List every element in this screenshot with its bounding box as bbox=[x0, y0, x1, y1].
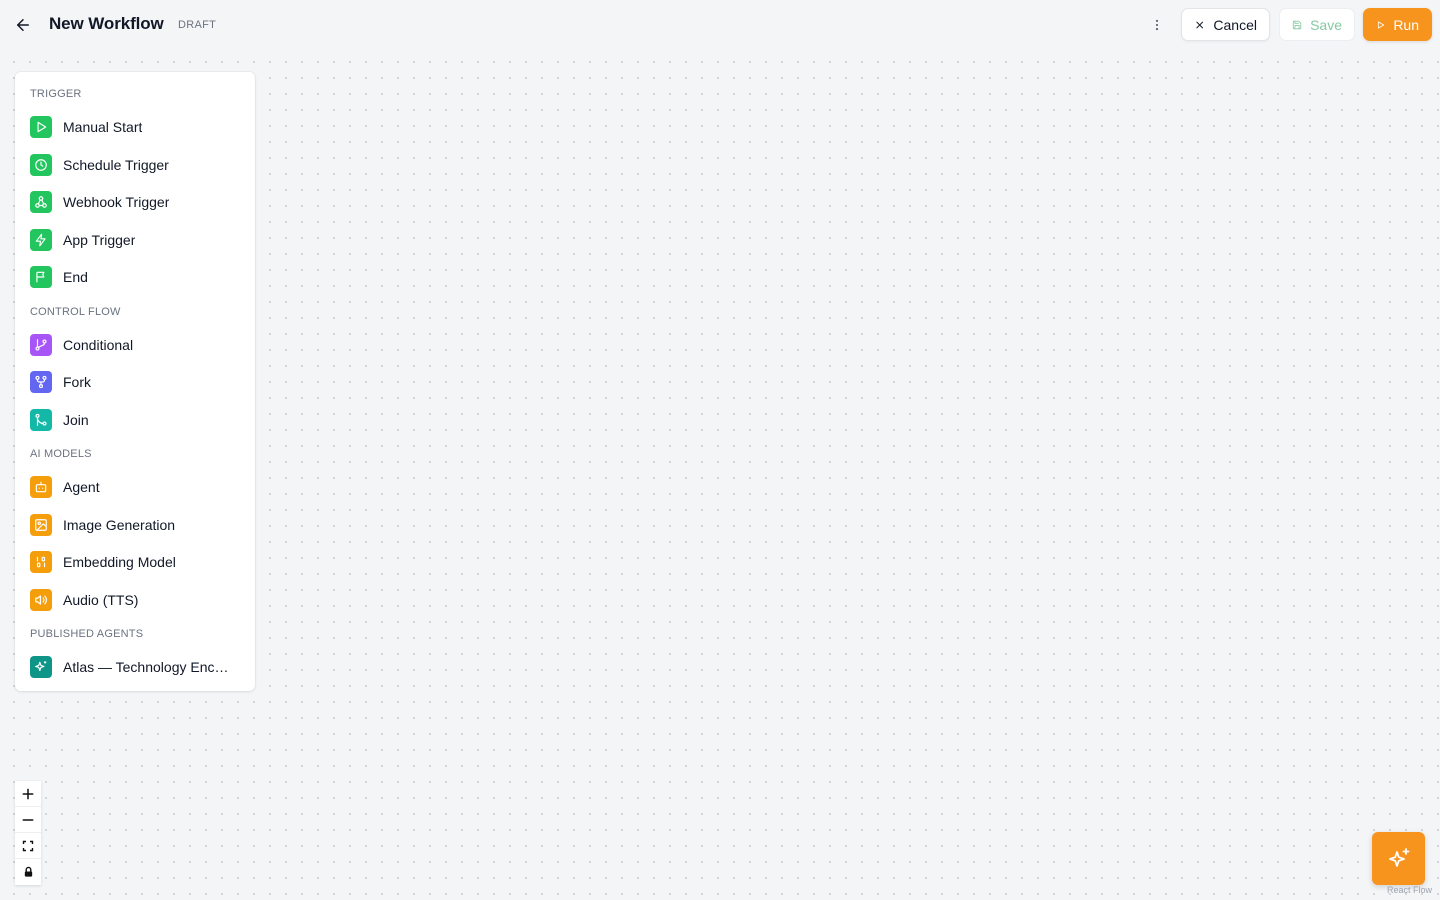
lock-button[interactable] bbox=[15, 859, 41, 885]
save-button[interactable]: Save bbox=[1279, 8, 1355, 41]
node-label: Conditional bbox=[63, 337, 134, 353]
fit-view-button[interactable] bbox=[15, 833, 41, 859]
run-button[interactable]: Run bbox=[1363, 8, 1432, 41]
zap-icon bbox=[30, 229, 52, 251]
ai-assistant-button[interactable] bbox=[1372, 832, 1425, 885]
play-icon bbox=[30, 116, 52, 138]
node-label: Manual Start bbox=[63, 119, 143, 135]
run-label: Run bbox=[1393, 16, 1419, 33]
section-label-control-flow: CONTROL FLOW bbox=[30, 306, 121, 318]
node-item-image-generation[interactable]: Image Generation bbox=[30, 511, 245, 539]
clock-icon bbox=[30, 154, 52, 176]
canvas-controls bbox=[15, 781, 41, 885]
save-label: Save bbox=[1310, 16, 1342, 33]
x-icon bbox=[1196, 21, 1204, 28]
sparkles-icon bbox=[30, 656, 52, 678]
save-icon bbox=[1292, 20, 1302, 29]
sparkles-icon bbox=[1388, 847, 1409, 867]
status-badge: DRAFT bbox=[178, 19, 217, 31]
git-branch-icon bbox=[30, 334, 52, 356]
cancel-button[interactable]: Cancel bbox=[1181, 8, 1270, 41]
node-label: Embedding Model bbox=[63, 554, 176, 570]
arrow-left-icon bbox=[17, 19, 29, 31]
git-merge-icon bbox=[30, 409, 52, 431]
node-label: End bbox=[63, 269, 88, 285]
node-item-agent[interactable]: Agent bbox=[30, 473, 245, 501]
back-button[interactable] bbox=[12, 14, 34, 36]
binary-icon bbox=[30, 551, 52, 573]
minus-icon bbox=[22, 818, 34, 821]
node-label: Webhook Trigger bbox=[63, 194, 170, 210]
node-label: Atlas — Technology Encyclopedia bbox=[63, 659, 235, 675]
node-item-atlas-agent[interactable]: Atlas — Technology Encyclopedia bbox=[30, 653, 245, 681]
webhook-icon bbox=[30, 191, 52, 213]
node-label: Image Generation bbox=[63, 517, 176, 533]
node-item-join[interactable]: Join bbox=[30, 406, 245, 434]
node-label: Fork bbox=[63, 374, 91, 390]
plus-icon bbox=[22, 788, 34, 799]
section-label-published-agents: PUBLISHED AGENTS bbox=[30, 628, 144, 640]
lock-icon bbox=[24, 866, 32, 877]
more-vertical-icon bbox=[1155, 19, 1159, 31]
top-bar: New Workflow DRAFT Cancel Save Run bbox=[0, 0, 1440, 50]
node-item-audio-tts[interactable]: Audio (TTS) bbox=[30, 586, 245, 614]
node-label: Schedule Trigger bbox=[63, 157, 169, 173]
node-palette: TRIGGER Manual Start Schedule Trigger We… bbox=[15, 72, 255, 691]
zoom-out-button[interactable] bbox=[15, 807, 41, 833]
node-label: App Trigger bbox=[63, 232, 136, 248]
node-label: Audio (TTS) bbox=[63, 592, 139, 608]
flag-icon bbox=[30, 266, 52, 288]
volume-icon bbox=[30, 589, 52, 611]
git-fork-icon bbox=[30, 371, 52, 393]
more-options-button[interactable] bbox=[1147, 14, 1167, 36]
section-label-trigger: TRIGGER bbox=[30, 88, 82, 100]
maximize-icon bbox=[22, 840, 34, 851]
node-item-webhook-trigger[interactable]: Webhook Trigger bbox=[30, 188, 245, 216]
section-label-ai-models: AI MODELS bbox=[30, 448, 92, 460]
node-item-schedule-trigger[interactable]: Schedule Trigger bbox=[30, 151, 245, 179]
cancel-label: Cancel bbox=[1213, 16, 1257, 33]
node-item-conditional[interactable]: Conditional bbox=[30, 331, 245, 359]
node-item-manual-start[interactable]: Manual Start bbox=[30, 113, 245, 141]
node-label: Agent bbox=[63, 479, 100, 495]
node-item-embedding-model[interactable]: Embedding Model bbox=[30, 548, 245, 576]
image-icon bbox=[30, 514, 52, 536]
play-icon bbox=[1377, 21, 1385, 28]
bot-icon bbox=[30, 476, 52, 498]
react-flow-attribution[interactable]: React Flow bbox=[1387, 885, 1432, 895]
node-label: Join bbox=[63, 412, 89, 428]
page-title: New Workflow bbox=[49, 14, 164, 33]
node-item-fork[interactable]: Fork bbox=[30, 368, 245, 396]
zoom-in-button[interactable] bbox=[15, 781, 41, 807]
node-item-end[interactable]: End bbox=[30, 263, 245, 291]
node-item-app-trigger[interactable]: App Trigger bbox=[30, 226, 245, 254]
